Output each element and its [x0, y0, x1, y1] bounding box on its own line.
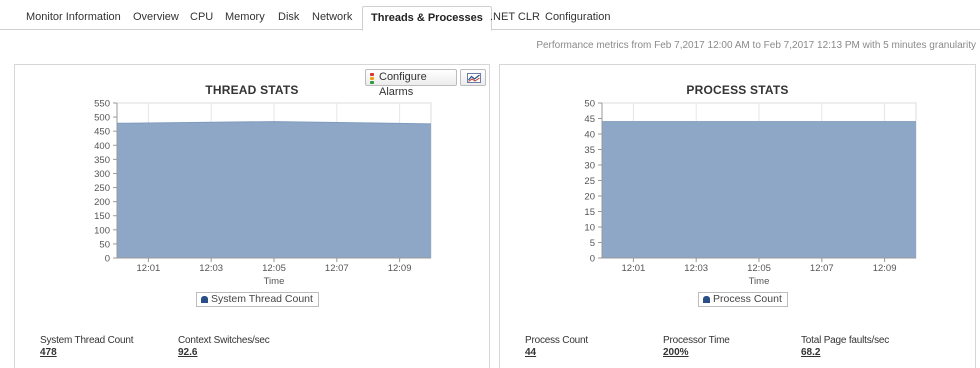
tab-cpu[interactable]: CPU [182, 6, 221, 30]
legend-item[interactable]: System Thread Count [196, 292, 319, 307]
stat-label: System Thread Count [40, 335, 134, 346]
y-tick-label: 0 [105, 254, 110, 265]
y-tick-label: 200 [94, 197, 110, 208]
stat-processor-time: Processor Time 200% [663, 335, 730, 358]
legend-marker-icon [201, 296, 208, 303]
tab-overview[interactable]: Overview [125, 6, 187, 30]
y-tick-label: 45 [584, 114, 595, 125]
stat-label: Processor Time [663, 335, 730, 346]
tab-threads-processes[interactable]: Threads & Processes [362, 6, 492, 31]
series-area[interactable] [602, 121, 916, 258]
stat-label: Process Count [525, 335, 588, 346]
y-tick-label: 50 [99, 239, 110, 250]
y-tick-label: 450 [94, 127, 110, 138]
x-tick-label: 12:01 [622, 263, 646, 274]
granularity-info: Performance metrics from Feb 7,2017 12:0… [536, 40, 976, 51]
stat-value[interactable]: 478 [40, 347, 133, 358]
x-tick-label: 12:09 [388, 263, 412, 274]
tab-configuration[interactable]: Configuration [537, 6, 618, 30]
stat-system-thread-count: System Thread Count 478 [40, 335, 133, 358]
y-tick-label: 550 [94, 99, 110, 110]
y-tick-label: 35 [584, 145, 595, 156]
x-tick-label: 12:09 [873, 263, 897, 274]
x-tick-label: 12:03 [199, 263, 223, 274]
x-tick-label: 12:05 [262, 263, 286, 274]
stat-process-count: Process Count 44 [525, 335, 588, 358]
stat-value[interactable]: 200% [663, 347, 730, 358]
stat-value[interactable]: 92.6 [178, 347, 270, 358]
y-tick-label: 50 [584, 99, 595, 110]
y-tick-label: 400 [94, 141, 110, 152]
series-area[interactable] [117, 121, 431, 258]
legend-label: System Thread Count [211, 293, 313, 305]
thread-stats-chart: 0 50 100 150 200 250 300 350 400 450 500 550 12:01 12… [94, 99, 432, 287]
y-tick-label: 15 [584, 207, 595, 218]
y-tick-label: 30 [584, 161, 595, 172]
y-tick-label: 0 [590, 254, 595, 265]
stat-value[interactable]: 44 [525, 347, 588, 358]
y-tick-label: 40 [584, 130, 595, 141]
y-tick-label: 25 [584, 176, 595, 187]
tab-memory[interactable]: Memory [217, 6, 273, 30]
y-tick-label: 350 [94, 155, 110, 166]
tab-bar: Monitor Information Overview CPU Memory … [0, 0, 980, 31]
thread-stats-panel: Configure Alarms THREAD STATS 0 50 100 150 2… [14, 64, 490, 368]
process-stats-panel: PROCESS STATS 0 5 10 15 20 25 30 35 40 45 50 12:01 1… [499, 64, 976, 368]
x-tick-label: 12:05 [747, 263, 771, 274]
y-tick-label: 20 [584, 192, 595, 203]
y-tick-label: 100 [94, 225, 110, 236]
y-tick-label: 150 [94, 211, 110, 222]
y-tick-label: 500 [94, 113, 110, 124]
x-tick-label: 12:03 [684, 263, 708, 274]
stat-value[interactable]: 68.2 [801, 347, 889, 358]
y-tick-label: 10 [584, 223, 595, 234]
stat-label: Total Page faults/sec [801, 335, 890, 346]
x-tick-label: 12:01 [137, 263, 161, 274]
stat-page-faults: Total Page faults/sec 68.2 [801, 335, 889, 358]
process-stats-chart: 0 5 10 15 20 25 30 35 40 45 50 12:01 12:03 12:05 12:07… [584, 99, 917, 287]
tab-monitor-information[interactable]: Monitor Information [18, 6, 129, 30]
x-tick-label: 12:07 [810, 263, 834, 274]
legend-marker-icon [703, 296, 710, 303]
y-tick-label: 250 [94, 183, 110, 194]
legend-label: Process Count [713, 293, 782, 305]
y-tick-label: 300 [94, 169, 110, 180]
x-axis-label: Time [264, 276, 285, 287]
tab-disk[interactable]: Disk [270, 6, 307, 30]
x-tick-label: 12:07 [325, 263, 349, 274]
y-tick-label: 5 [590, 238, 595, 249]
stat-label: Context Switches/sec [178, 335, 270, 346]
stat-context-switches: Context Switches/sec 92.6 [178, 335, 270, 358]
legend-item[interactable]: Process Count [698, 292, 788, 307]
x-axis-label: Time [749, 276, 770, 287]
tab-network[interactable]: Network [304, 6, 360, 30]
